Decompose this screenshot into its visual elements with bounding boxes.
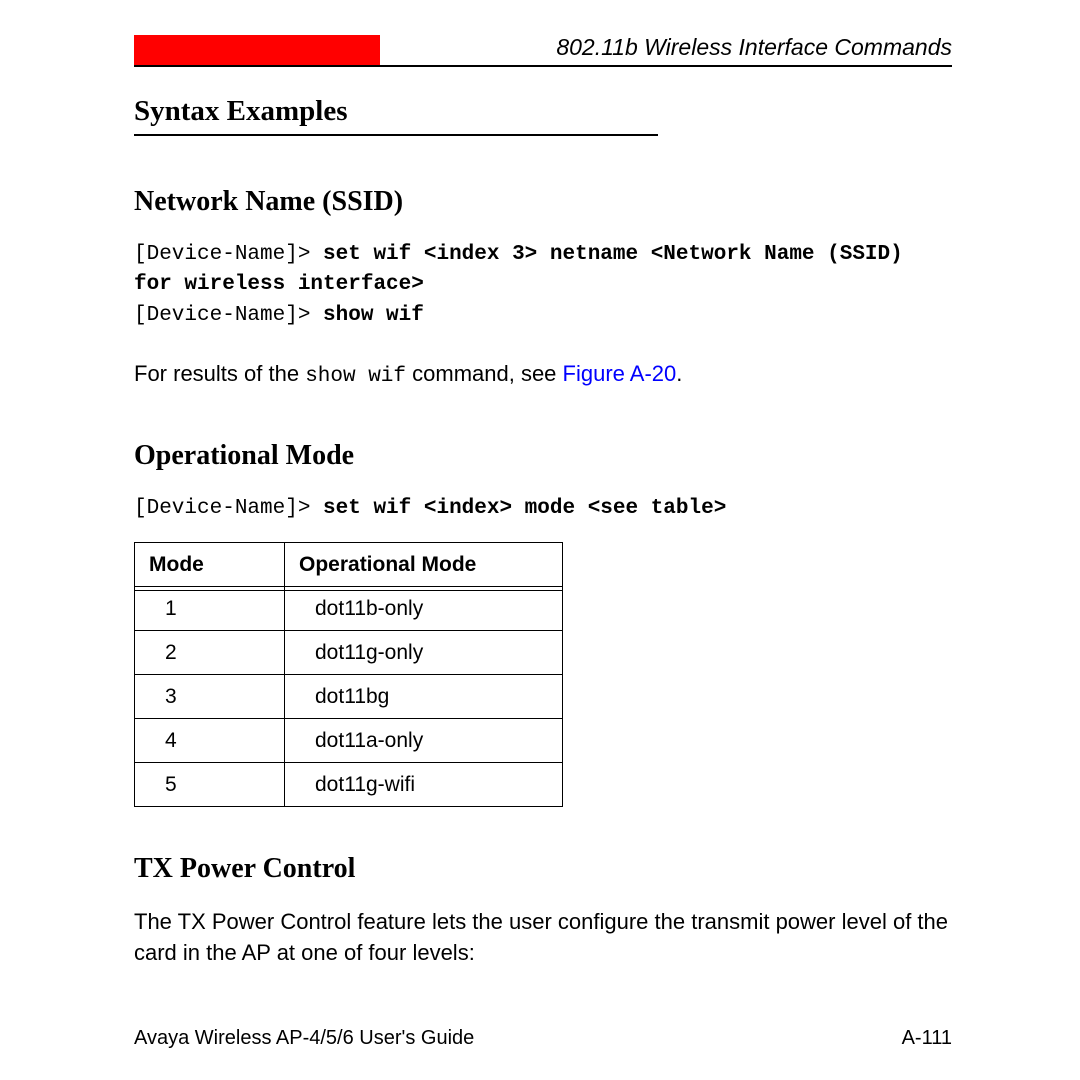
document-page: 802.11b Wireless Interface Commands Synt… [0,0,1080,1080]
table-cell: 2 [135,631,285,675]
figure-cross-reference-link[interactable]: Figure A-20 [563,361,677,386]
command-text: show wif [323,304,424,327]
table-header-row: Mode Operational Mode [135,543,563,587]
prompt-text: [Device-Name]> [134,243,310,266]
command-text: set wif <index> mode <see table> [323,497,726,520]
table-cell: 3 [135,675,285,719]
code-block-ssid: [Device-Name]> set wif <index 3> netname… [134,240,952,331]
section-heading-syntax-examples: Syntax Examples [134,95,658,136]
operational-mode-table: Mode Operational Mode 1 dot11b-only 2 do… [134,542,563,807]
table-cell: dot11g-wifi [285,763,563,807]
table-cell: dot11g-only [285,631,563,675]
tx-power-body-text: The TX Power Control feature lets the us… [134,907,952,969]
table-row: 4 dot11a-only [135,719,563,763]
code-line: [Device-Name]> show wif [134,301,952,331]
table-cell: 5 [135,763,285,807]
subsection-heading-network-name: Network Name (SSID) [134,186,952,218]
command-text: set wif <index 3> netname <Network Name … [323,243,903,266]
subsection-heading-operational-mode: Operational Mode [134,440,952,472]
chapter-title: 802.11b Wireless Interface Commands [380,34,952,65]
code-line: [Device-Name]> set wif <index 3> netname… [134,240,952,270]
table-cell: 1 [135,587,285,631]
table-row: 2 dot11g-only [135,631,563,675]
footer-page-number: A-111 [902,1027,952,1050]
prompt-text: [Device-Name]> [134,497,310,520]
page-footer: Avaya Wireless AP-4/5/6 User's Guide A-1… [134,1027,952,1050]
footer-guide-title: Avaya Wireless AP-4/5/6 User's Guide [134,1027,474,1050]
inline-code: show wif [305,365,406,388]
text-run: command, see [406,361,563,386]
prompt-text: [Device-Name]> [134,304,310,327]
table-header-cell: Mode [135,543,285,587]
text-run: For results of the [134,361,305,386]
table-row: 1 dot11b-only [135,587,563,631]
table-cell: 4 [135,719,285,763]
code-block-mode: [Device-Name]> set wif <index> mode <see… [134,494,952,524]
table-header-cell: Operational Mode [285,543,563,587]
table-row: 3 dot11bg [135,675,563,719]
result-sentence: For results of the show wif command, see… [134,359,952,391]
table-cell: dot11a-only [285,719,563,763]
table-row: 5 dot11g-wifi [135,763,563,807]
page-header: 802.11b Wireless Interface Commands [134,34,952,67]
table-cell: dot11b-only [285,587,563,631]
text-run: . [676,361,682,386]
code-line: for wireless interface> [134,270,952,300]
command-text: for wireless interface> [134,273,424,296]
subsection-heading-tx-power: TX Power Control [134,853,952,885]
table-cell: dot11bg [285,675,563,719]
brand-color-block [134,35,380,65]
